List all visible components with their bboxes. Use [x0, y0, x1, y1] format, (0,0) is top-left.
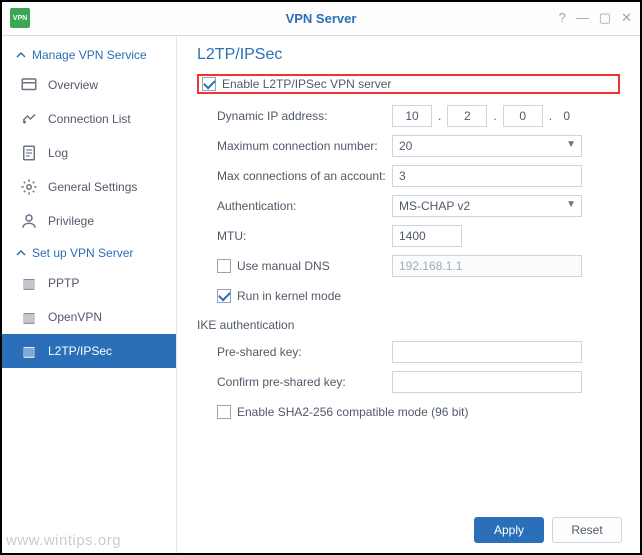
chevron-up-icon [16, 50, 26, 60]
sidebar-item-label: Connection List [48, 112, 131, 126]
sha2-checkbox[interactable]: Enable SHA2-256 compatible mode (96 bit) [217, 405, 468, 419]
auth-select[interactable]: ▼ [392, 195, 582, 217]
sidebar-item-label: Privilege [48, 214, 94, 228]
section-setup-vpn[interactable]: Set up VPN Server [2, 238, 176, 266]
ike-header: IKE authentication [197, 318, 620, 332]
dns-input [392, 255, 582, 277]
mtu-input[interactable] [392, 225, 462, 247]
app-icon: VPN [10, 8, 30, 28]
user-icon [20, 212, 38, 230]
sidebar-item-privilege[interactable]: Privilege [2, 204, 176, 238]
l2tp-icon: ▥ [20, 342, 38, 360]
connection-icon [20, 110, 38, 128]
minimize-icon[interactable]: — [576, 10, 589, 26]
ip-octet-2[interactable] [447, 105, 487, 127]
reset-button[interactable]: Reset [552, 517, 622, 543]
enable-highlight: Enable L2TP/IPSec VPN server [197, 74, 620, 94]
sidebar-item-openvpn[interactable]: ▥ OpenVPN [2, 300, 176, 334]
max-acc-input[interactable] [392, 165, 582, 187]
check-icon [202, 77, 216, 91]
max-conn-select[interactable]: ▼ [392, 135, 582, 157]
sidebar-item-label: PPTP [48, 276, 79, 290]
log-icon [20, 144, 38, 162]
sidebar-item-label: Overview [48, 78, 98, 92]
sidebar-item-label: L2TP/IPSec [48, 344, 112, 358]
label-psk-confirm: Confirm pre-shared key: [217, 375, 392, 389]
ip-octet-4: 0 [561, 109, 572, 123]
titlebar: VPN VPN Server ? — ▢ ✕ [2, 2, 640, 36]
manual-dns-checkbox[interactable]: Use manual DNS [217, 259, 392, 273]
sidebar-item-log[interactable]: Log [2, 136, 176, 170]
label-dynamic-ip: Dynamic IP address: [217, 109, 392, 123]
checkbox-icon [217, 405, 231, 419]
label-mtu: MTU: [217, 229, 392, 243]
overview-icon [20, 76, 38, 94]
sidebar-item-pptp[interactable]: ▥ PPTP [2, 266, 176, 300]
checkbox-icon [217, 259, 231, 273]
kernel-mode-checkbox[interactable]: Run in kernel mode [217, 289, 341, 303]
sidebar-item-label: OpenVPN [48, 310, 102, 324]
sidebar-item-label: General Settings [48, 180, 137, 194]
openvpn-icon: ▥ [20, 308, 38, 326]
content-panel: L2TP/IPSec Enable L2TP/IPSec VPN server … [177, 36, 640, 553]
window-title: VPN Server [286, 11, 357, 26]
gear-icon [20, 178, 38, 196]
label-max-conn: Maximum connection number: [217, 139, 392, 153]
label-auth: Authentication: [217, 199, 392, 213]
section-manage-vpn[interactable]: Manage VPN Service [2, 40, 176, 68]
check-icon [217, 289, 231, 303]
psk-confirm-input[interactable] [392, 371, 582, 393]
psk-input[interactable] [392, 341, 582, 363]
pptp-icon: ▥ [20, 274, 38, 292]
help-icon[interactable]: ? [559, 10, 566, 26]
ip-octet-3[interactable] [503, 105, 543, 127]
enable-label: Enable L2TP/IPSec VPN server [222, 77, 391, 91]
sidebar: Manage VPN Service Overview Connection L… [2, 36, 177, 553]
chevron-up-icon [16, 248, 26, 258]
sidebar-item-overview[interactable]: Overview [2, 68, 176, 102]
page-title: L2TP/IPSec [197, 46, 620, 64]
label-max-acc: Max connections of an account: [217, 169, 392, 183]
sidebar-item-general-settings[interactable]: General Settings [2, 170, 176, 204]
sidebar-item-l2tp-ipsec[interactable]: ▥ L2TP/IPSec [2, 334, 176, 368]
label-psk: Pre-shared key: [217, 345, 392, 359]
apply-button[interactable]: Apply [474, 517, 544, 543]
maximize-icon[interactable]: ▢ [599, 10, 611, 26]
sidebar-item-label: Log [48, 146, 68, 160]
ip-octet-1[interactable] [392, 105, 432, 127]
close-icon[interactable]: ✕ [621, 10, 632, 26]
sidebar-item-connection-list[interactable]: Connection List [2, 102, 176, 136]
enable-checkbox[interactable]: Enable L2TP/IPSec VPN server [202, 77, 391, 91]
